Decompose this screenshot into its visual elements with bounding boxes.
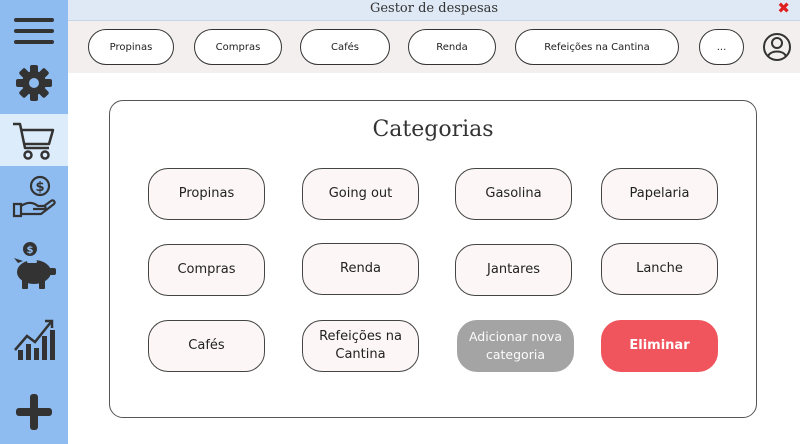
savings-button[interactable]: $ [0,240,68,292]
chip-renda[interactable]: Renda [408,29,496,65]
gear-icon [16,65,52,101]
chip-refeicoes[interactable]: Refeições na Cantina [515,29,679,65]
category-cafes[interactable]: Cafés [148,320,265,372]
category-propinas[interactable]: Propinas [148,168,265,220]
user-profile-icon[interactable] [762,32,792,62]
shopping-cart-icon [13,122,55,160]
hand-money-icon: $ [12,175,56,218]
chip-propinas[interactable]: Propinas [88,29,174,65]
categories-panel: Categorias Propinas Going out Gasolina P… [109,100,757,418]
category-shortcut-bar: Propinas Compras Cafés Renda Refeições n… [68,21,800,73]
category-jantares[interactable]: Jantares [455,244,572,296]
category-papelaria[interactable]: Papelaria [601,168,718,220]
bar-chart-icon [14,319,55,360]
category-refeicoes-na-cantina[interactable]: Refeições na Cantina [302,320,419,372]
add-category-button[interactable]: Adicionar nova categoria [457,320,574,372]
stats-button[interactable] [0,313,68,365]
sidebar: $ $ [0,0,68,444]
category-lanche[interactable]: Lanche [601,243,718,295]
close-icon[interactable]: ✖ [777,0,790,17]
chip-compras[interactable]: Compras [194,29,282,65]
svg-text:$: $ [27,245,34,256]
add-button[interactable] [0,386,68,438]
hamburger-menu-icon [14,18,54,44]
panel-title: Categorias [372,117,494,142]
category-compras[interactable]: Compras [148,244,265,296]
shopping-button[interactable] [0,114,68,166]
window-title: Gestor de despesas [369,1,499,16]
category-going-out[interactable]: Going out [302,168,419,220]
piggy-bank-icon: $ [14,242,56,289]
chip-cafes[interactable]: Cafés [300,29,390,65]
settings-button[interactable] [0,57,68,109]
more-chips-button[interactable]: ... [699,29,744,65]
category-gasolina[interactable]: Gasolina [455,168,572,220]
menu-button[interactable] [0,5,68,57]
delete-button[interactable]: Eliminar [601,320,718,372]
svg-text:$: $ [35,180,44,195]
income-button[interactable]: $ [0,170,68,222]
plus-icon [16,394,52,430]
category-renda[interactable]: Renda [302,243,419,295]
title-bar: Gestor de despesas ✖ [68,0,800,21]
